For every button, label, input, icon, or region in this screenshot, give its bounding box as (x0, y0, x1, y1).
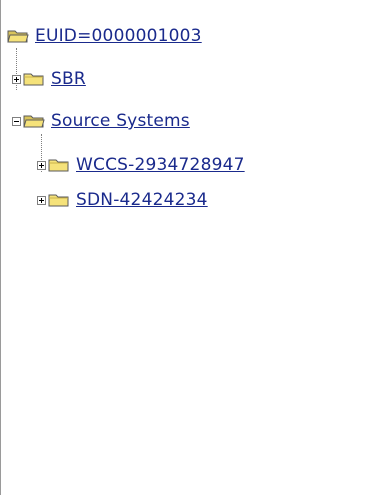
expand-plus-icon[interactable] (37, 160, 46, 170)
tree-node-root[interactable]: EUID=0000001003 (7, 23, 202, 49)
expand-plus-icon[interactable] (12, 74, 21, 84)
tree-node-root-label[interactable]: EUID=0000001003 (35, 26, 202, 46)
tree-node-sbr[interactable]: SBR (12, 66, 86, 92)
open-folder-icon (7, 30, 29, 43)
tree-node-sdn[interactable]: SDN-42424234 (37, 187, 208, 213)
tree-node-source-systems-label[interactable]: Source Systems (51, 111, 190, 131)
tree-node-source-systems[interactable]: Source Systems (12, 108, 190, 134)
folder-icon (23, 73, 44, 86)
tree-node-wccs-label[interactable]: WCCS-2934728947 (76, 155, 245, 175)
tree-node-sbr-label[interactable]: SBR (51, 69, 86, 89)
tree-panel: EUID=0000001003 SBR Source Systems WCCS-… (0, 0, 380, 495)
tree-node-sdn-label[interactable]: SDN-42424234 (76, 190, 208, 210)
folder-icon (48, 159, 69, 172)
tree-node-wccs[interactable]: WCCS-2934728947 (37, 152, 245, 178)
folder-icon (48, 194, 69, 207)
expand-plus-icon[interactable] (37, 195, 46, 205)
collapse-minus-icon[interactable] (12, 116, 21, 126)
open-folder-icon (23, 115, 45, 128)
